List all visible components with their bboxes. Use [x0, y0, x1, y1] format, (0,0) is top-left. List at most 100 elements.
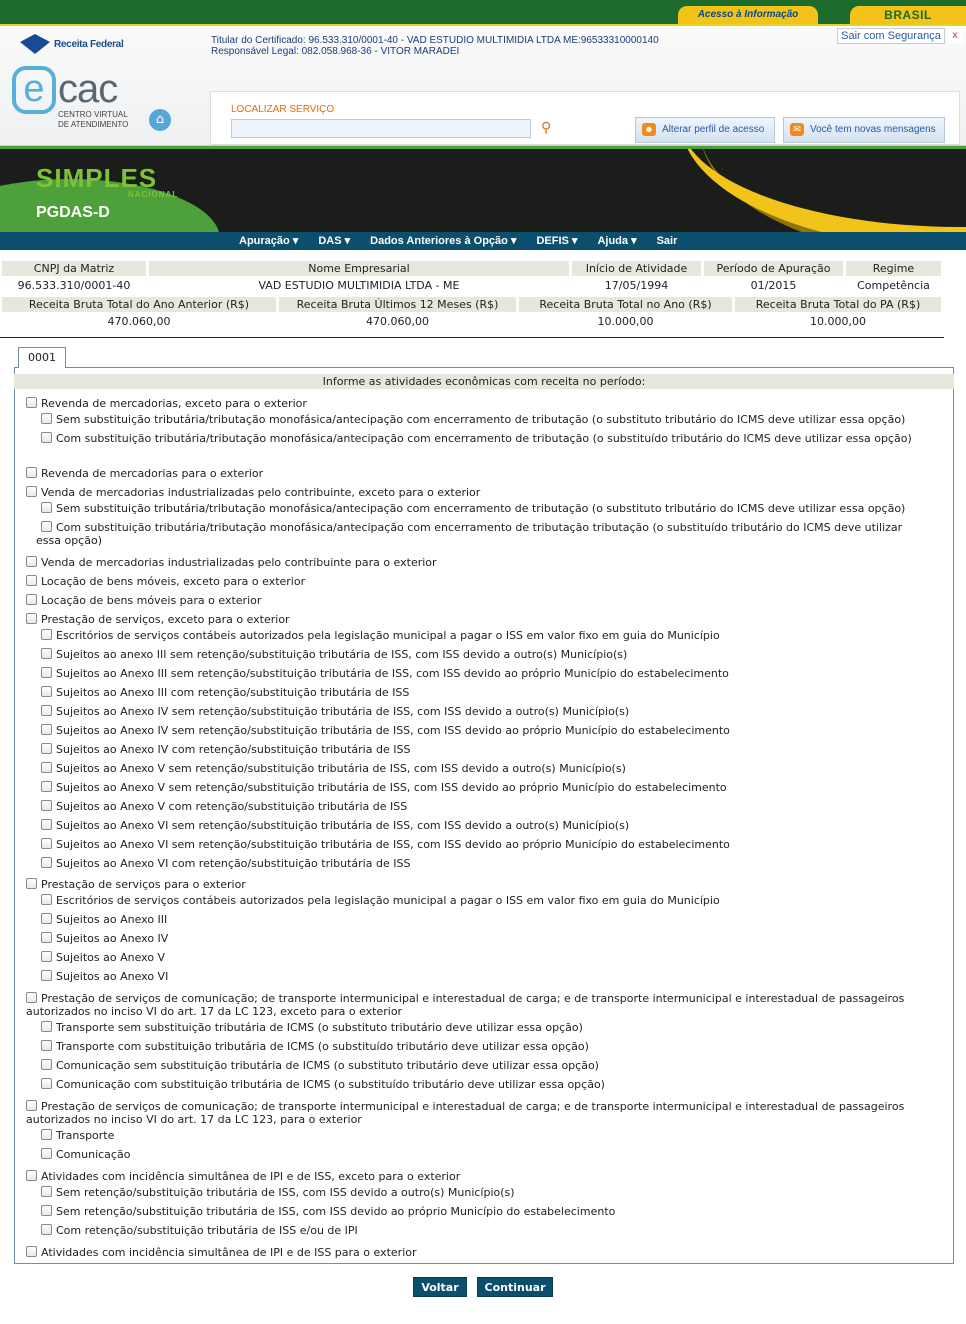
checkbox[interactable]	[41, 857, 52, 868]
activity-option[interactable]: Prestação de serviços de comunicação; de…	[26, 992, 916, 1018]
activity-suboption[interactable]: Transporte com substituição tributária d…	[36, 1040, 916, 1053]
activity-suboption[interactable]: Sujeitos ao anexo III sem retenção/subst…	[36, 648, 916, 661]
activity-suboption[interactable]: Transporte	[36, 1129, 916, 1142]
checkbox[interactable]	[26, 992, 37, 1003]
checkbox[interactable]	[41, 762, 52, 773]
activity-option[interactable]: Prestação de serviços, exceto para o ext…	[26, 613, 916, 626]
activity-suboption[interactable]: Sujeitos ao Anexo III	[36, 913, 916, 926]
checkbox[interactable]	[41, 838, 52, 849]
checkbox[interactable]	[41, 932, 52, 943]
activity-suboption[interactable]: Com substituição tributária/tributação m…	[36, 521, 916, 547]
checkbox[interactable]	[26, 594, 37, 605]
checkbox[interactable]	[26, 397, 37, 408]
checkbox[interactable]	[41, 521, 52, 532]
activity-suboption[interactable]: Transporte sem substituição tributária d…	[36, 1021, 916, 1034]
checkbox[interactable]	[26, 486, 37, 497]
activity-suboption[interactable]: Com substituição tributária/tributação m…	[36, 432, 916, 445]
home-icon[interactable]: ⌂	[149, 109, 171, 131]
activity-option[interactable]: Locação de bens móveis, exceto para o ex…	[26, 575, 916, 588]
checkbox[interactable]	[41, 667, 52, 678]
checkbox[interactable]	[41, 1078, 52, 1089]
checkbox[interactable]	[41, 913, 52, 924]
activity-suboption[interactable]: Sujeitos ao Anexo IV com retenção/substi…	[36, 743, 916, 756]
activity-suboption[interactable]: Sujeitos ao Anexo V	[36, 951, 916, 964]
checkbox[interactable]	[41, 432, 52, 443]
menu-das[interactable]: DAS ▾	[318, 232, 350, 250]
acesso-informacao-link[interactable]: Acesso à Informação	[678, 6, 818, 24]
activity-suboption[interactable]: Escritórios de serviços contábeis autori…	[36, 629, 916, 642]
activity-suboption[interactable]: Sujeitos ao Anexo VI com retenção/substi…	[36, 857, 916, 870]
activity-option[interactable]: Venda de mercadorias industrializadas pe…	[26, 486, 916, 499]
menu-dados-anteriores[interactable]: Dados Anteriores à Opção ▾	[370, 232, 516, 250]
checkbox[interactable]	[26, 556, 37, 567]
checkbox[interactable]	[41, 1224, 52, 1235]
activity-suboption[interactable]: Comunicação com substituição tributária …	[36, 1078, 916, 1091]
checkbox[interactable]	[41, 686, 52, 697]
activity-option[interactable]: Revenda de mercadorias para o exterior	[26, 467, 916, 480]
checkbox[interactable]	[41, 1021, 52, 1032]
checkbox[interactable]	[41, 1059, 52, 1070]
checkbox[interactable]	[41, 800, 52, 811]
activity-option[interactable]: Atividades com incidência simultânea de …	[26, 1170, 916, 1183]
activity-suboption[interactable]: Sujeitos ao Anexo III sem retenção/subst…	[36, 667, 916, 680]
checkbox[interactable]	[41, 724, 52, 735]
voltar-button[interactable]: Voltar	[413, 1277, 467, 1297]
checkbox[interactable]	[41, 1040, 52, 1051]
checkbox[interactable]	[41, 648, 52, 659]
brasil-logo[interactable]: BRASIL	[850, 6, 966, 24]
alterar-perfil-button[interactable]: ☻ Alterar perfil de acesso	[635, 117, 775, 143]
activity-suboption[interactable]: Sujeitos ao Anexo V sem retenção/substit…	[36, 781, 916, 794]
menu-sair[interactable]: Sair	[657, 232, 678, 250]
checkbox[interactable]	[41, 951, 52, 962]
activity-suboption[interactable]: Sem substituição tributária/tributação m…	[36, 502, 916, 515]
checkbox[interactable]	[26, 467, 37, 478]
checkbox[interactable]	[41, 743, 52, 754]
activity-suboption[interactable]: Escritórios de serviços contábeis autori…	[36, 894, 916, 907]
checkbox[interactable]	[41, 502, 52, 513]
activity-suboption[interactable]: Comunicação	[36, 1148, 916, 1161]
checkbox[interactable]	[41, 629, 52, 640]
activity-suboption[interactable]: Sujeitos ao Anexo IV sem retenção/substi…	[36, 705, 916, 718]
checkbox[interactable]	[26, 1246, 37, 1257]
checkbox[interactable]	[26, 1170, 37, 1181]
activity-suboption[interactable]: Sem retenção/substituição tributária de …	[36, 1186, 916, 1199]
checkbox[interactable]	[41, 781, 52, 792]
activity-suboption[interactable]: Sujeitos ao Anexo IV sem retenção/substi…	[36, 724, 916, 737]
checkbox[interactable]	[41, 1186, 52, 1197]
activity-option[interactable]: Revenda de mercadorias, exceto para o ex…	[26, 397, 916, 410]
checkbox[interactable]	[41, 894, 52, 905]
activity-option[interactable]: Prestação de serviços de comunicação; de…	[26, 1100, 916, 1126]
tab-0001[interactable]: 0001	[18, 347, 66, 368]
checkbox[interactable]	[41, 705, 52, 716]
activity-suboption[interactable]: Comunicação sem substituição tributária …	[36, 1059, 916, 1072]
novas-mensagens-button[interactable]: ✉ Você tem novas mensagens	[783, 117, 945, 143]
activity-suboption[interactable]: Sujeitos ao Anexo VI sem retenção/substi…	[36, 819, 916, 832]
menu-apuracao[interactable]: Apuração ▾	[239, 232, 298, 250]
menu-ajuda[interactable]: Ajuda ▾	[597, 232, 636, 250]
activity-option[interactable]: Prestação de serviços para o exterior	[26, 878, 916, 891]
checkbox[interactable]	[41, 1148, 52, 1159]
activity-suboption[interactable]: Sem retenção/substituição tributária de …	[36, 1205, 916, 1218]
checkbox[interactable]	[41, 1205, 52, 1216]
continuar-button[interactable]: Continuar	[477, 1277, 553, 1297]
checkbox[interactable]	[26, 613, 37, 624]
menu-defis[interactable]: DEFIS ▾	[536, 232, 577, 250]
activity-suboption[interactable]: Sujeitos ao Anexo III com retenção/subst…	[36, 686, 916, 699]
checkbox[interactable]	[26, 1100, 37, 1111]
activity-option[interactable]: Atividades com incidência simultânea de …	[26, 1246, 916, 1259]
activity-suboption[interactable]: Com retenção/substituição tributária de …	[36, 1224, 916, 1237]
activity-option[interactable]: Venda de mercadorias industrializadas pe…	[26, 556, 916, 569]
search-icon[interactable]: ⚲	[541, 120, 557, 136]
checkbox[interactable]	[41, 413, 52, 424]
activity-option[interactable]: Locação de bens móveis para o exterior	[26, 594, 916, 607]
localizar-servico-input[interactable]	[231, 119, 531, 138]
checkbox[interactable]	[26, 575, 37, 586]
activity-suboption[interactable]: Sujeitos ao Anexo IV	[36, 932, 916, 945]
activity-suboption[interactable]: Sujeitos ao Anexo V com retenção/substit…	[36, 800, 916, 813]
activity-suboption[interactable]: Sujeitos ao Anexo V sem retenção/substit…	[36, 762, 916, 775]
checkbox[interactable]	[41, 1129, 52, 1140]
close-icon[interactable]: x	[948, 29, 962, 43]
checkbox[interactable]	[41, 970, 52, 981]
sair-seguranca-link[interactable]: Sair com Segurança	[837, 28, 945, 44]
activity-suboption[interactable]: Sujeitos ao Anexo VI	[36, 970, 916, 983]
